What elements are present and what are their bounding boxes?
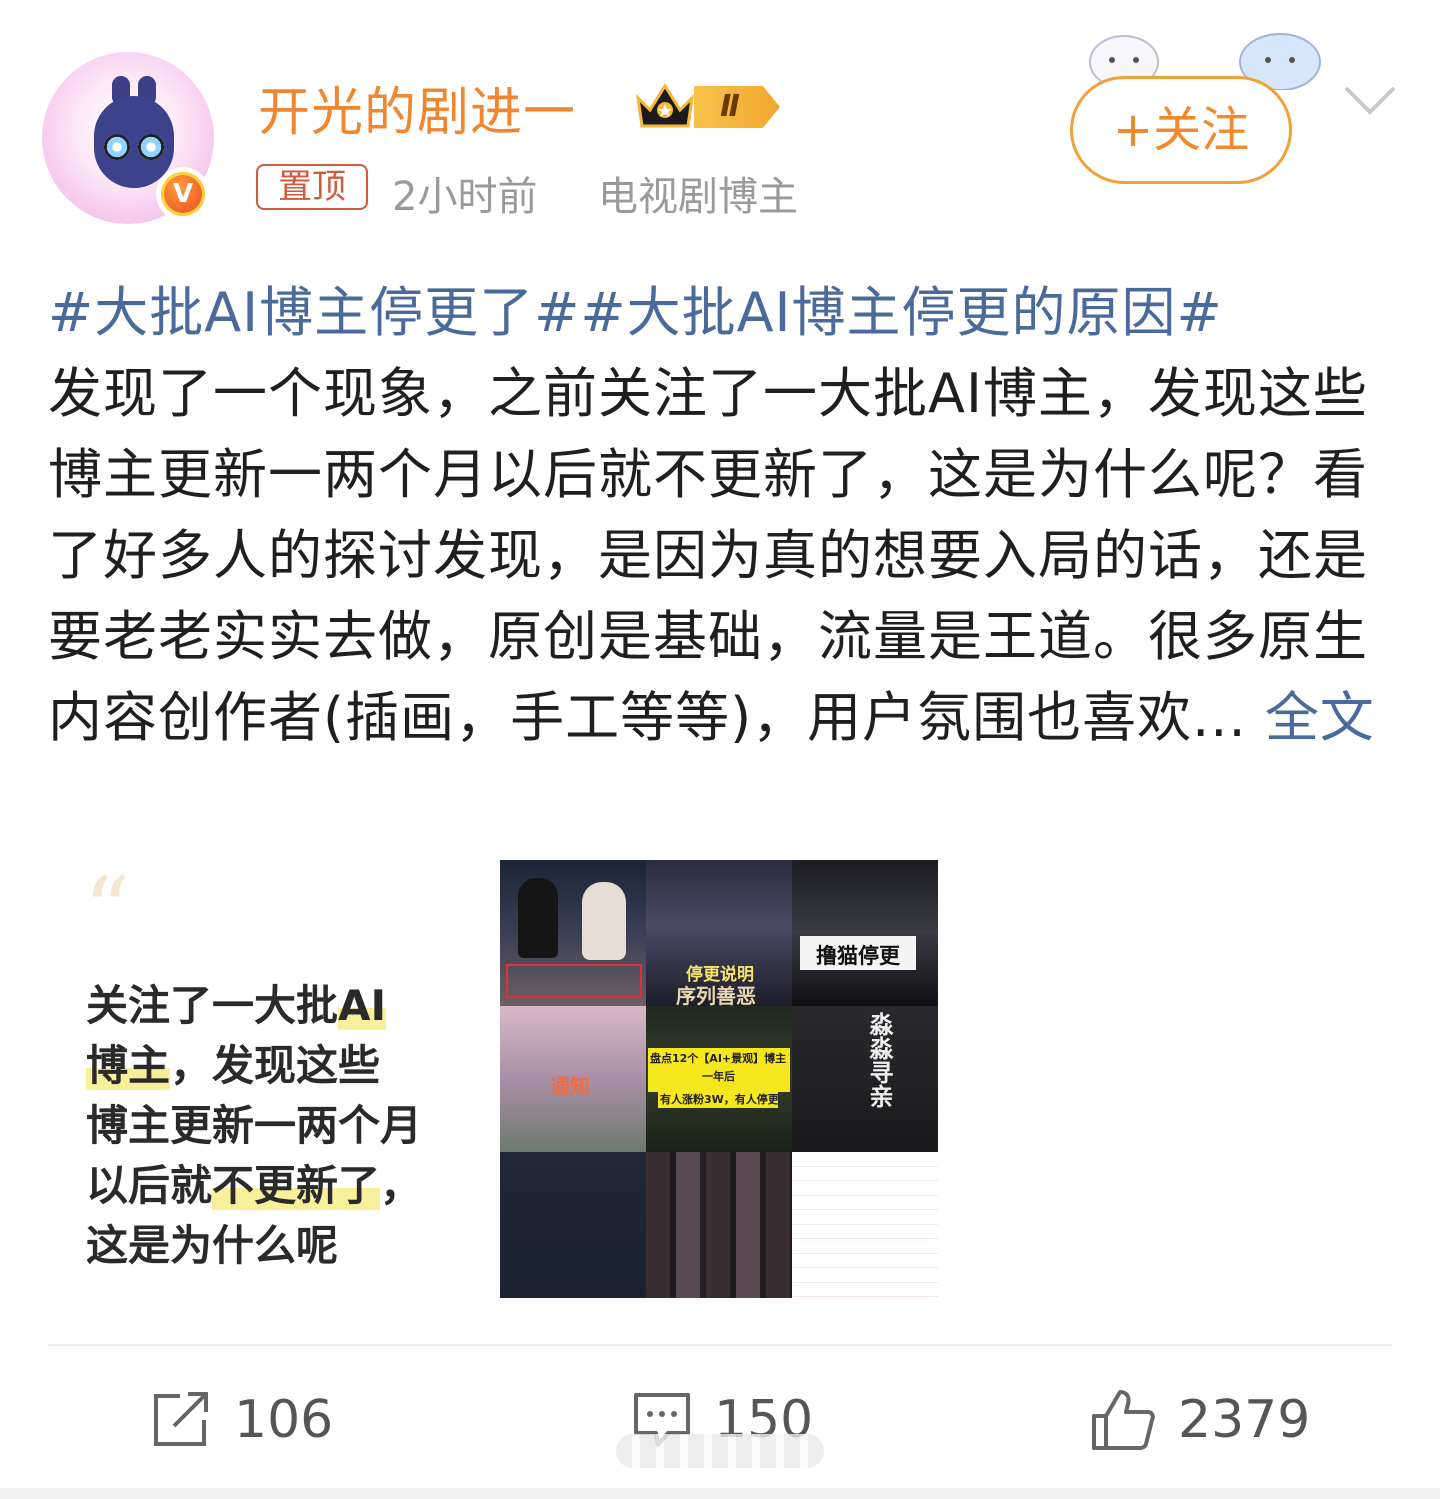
- notice-box: [506, 964, 642, 998]
- topic-link[interactable]: #大批AI博主停更了#: [48, 281, 580, 344]
- collage-tile: [646, 1152, 792, 1298]
- tile-caption: 淼淼寻亲: [865, 1012, 894, 1108]
- repost-button[interactable]: 106: [150, 1382, 333, 1458]
- post-time: 2小时前: [392, 174, 538, 220]
- collage-tile: [792, 1152, 938, 1298]
- post-text: #大批AI博主停更了##大批AI博主停更的原因# 发现了一个现象，之前关注了一大…: [48, 272, 1398, 758]
- pinned-badge: 置顶: [256, 164, 368, 210]
- watermark: [616, 1434, 824, 1468]
- author-category: 电视剧博主: [598, 174, 798, 220]
- quote-line: 以后就: [86, 1161, 213, 1210]
- follow-button[interactable]: +关注: [1070, 76, 1292, 184]
- figure-woman: [582, 882, 626, 960]
- like-button[interactable]: 2379: [1090, 1382, 1310, 1458]
- quote-text: 关注了一大批AI 博主，发现这些 博主更新一两个月 以后就不更新了， 这是为什么…: [86, 976, 466, 1276]
- topic-link[interactable]: #大批AI博主停更的原因#: [580, 281, 1222, 344]
- collage-tile: 通知: [500, 1006, 646, 1152]
- avatar-face: [94, 96, 174, 188]
- tile-subcaption: 序列善恶: [676, 984, 756, 1006]
- quote-line: ，: [380, 1161, 423, 1210]
- collage-tile: 撸猫停更: [792, 860, 938, 1006]
- collage-tile: [500, 860, 646, 1006]
- quote-line: 关注了一大批: [86, 981, 339, 1030]
- collage-tile: 淼淼寻亲: [792, 1006, 938, 1152]
- tile-caption: 通知: [550, 1074, 590, 1098]
- quote-highlight: 博主: [86, 1041, 171, 1090]
- chevron-down-icon[interactable]: [1342, 80, 1398, 120]
- divider: [48, 1344, 1392, 1346]
- repost-count: 106: [234, 1390, 334, 1450]
- like-count: 2379: [1178, 1390, 1311, 1450]
- collage-tile: 盘点12个【AI+景观】博主 一年后 有人涨粉3W，有人停更: [646, 1006, 792, 1152]
- collage-tile: [500, 1152, 646, 1298]
- avatar-eye: [104, 134, 130, 160]
- image-collage[interactable]: 停更说明 序列善恶 撸猫停更 通知 盘点12个【AI+景观】博主 一年后 有人涨…: [500, 860, 938, 1298]
- quote-line: 博主更新一两个月: [86, 1101, 423, 1150]
- crown-icon: [635, 83, 695, 128]
- quote-line: ，发现这些: [170, 1041, 381, 1090]
- level-badge[interactable]: Ⅱ: [694, 86, 780, 128]
- username[interactable]: 开光的剧进一: [258, 70, 576, 145]
- expand-full-text-link[interactable]: 全文: [1265, 686, 1375, 749]
- tile-caption: 盘点12个【AI+景观】博主: [650, 1052, 787, 1065]
- quote-highlight: 不更新了: [212, 1161, 381, 1210]
- weibo-post-card: V 开光的剧进一 Ⅱ 置顶 2小时前 电视剧博主 +关注 #大批AI博主停更了#…: [0, 0, 1440, 1488]
- quote-highlight: AI: [338, 981, 387, 1030]
- repost-icon: [154, 1392, 208, 1446]
- quote-mark-icon: “: [84, 858, 131, 963]
- like-icon: [1092, 1390, 1155, 1450]
- quote-line: 这是为什么呢: [86, 1221, 339, 1270]
- avatar-eye: [138, 134, 164, 160]
- tile-caption: 一年后: [702, 1070, 735, 1083]
- tile-caption: 有人涨粉3W，有人停更: [660, 1093, 779, 1106]
- verified-v-icon: V: [156, 167, 210, 221]
- post-body: 发现了一个现象，之前关注了一大批AI博主，发现这些博主更新一两个月以后就不更新了…: [48, 362, 1368, 749]
- collage-tile: 停更说明 序列善恶: [646, 860, 792, 1006]
- figure-man: [518, 878, 558, 958]
- tile-caption: 撸猫停更: [816, 944, 900, 968]
